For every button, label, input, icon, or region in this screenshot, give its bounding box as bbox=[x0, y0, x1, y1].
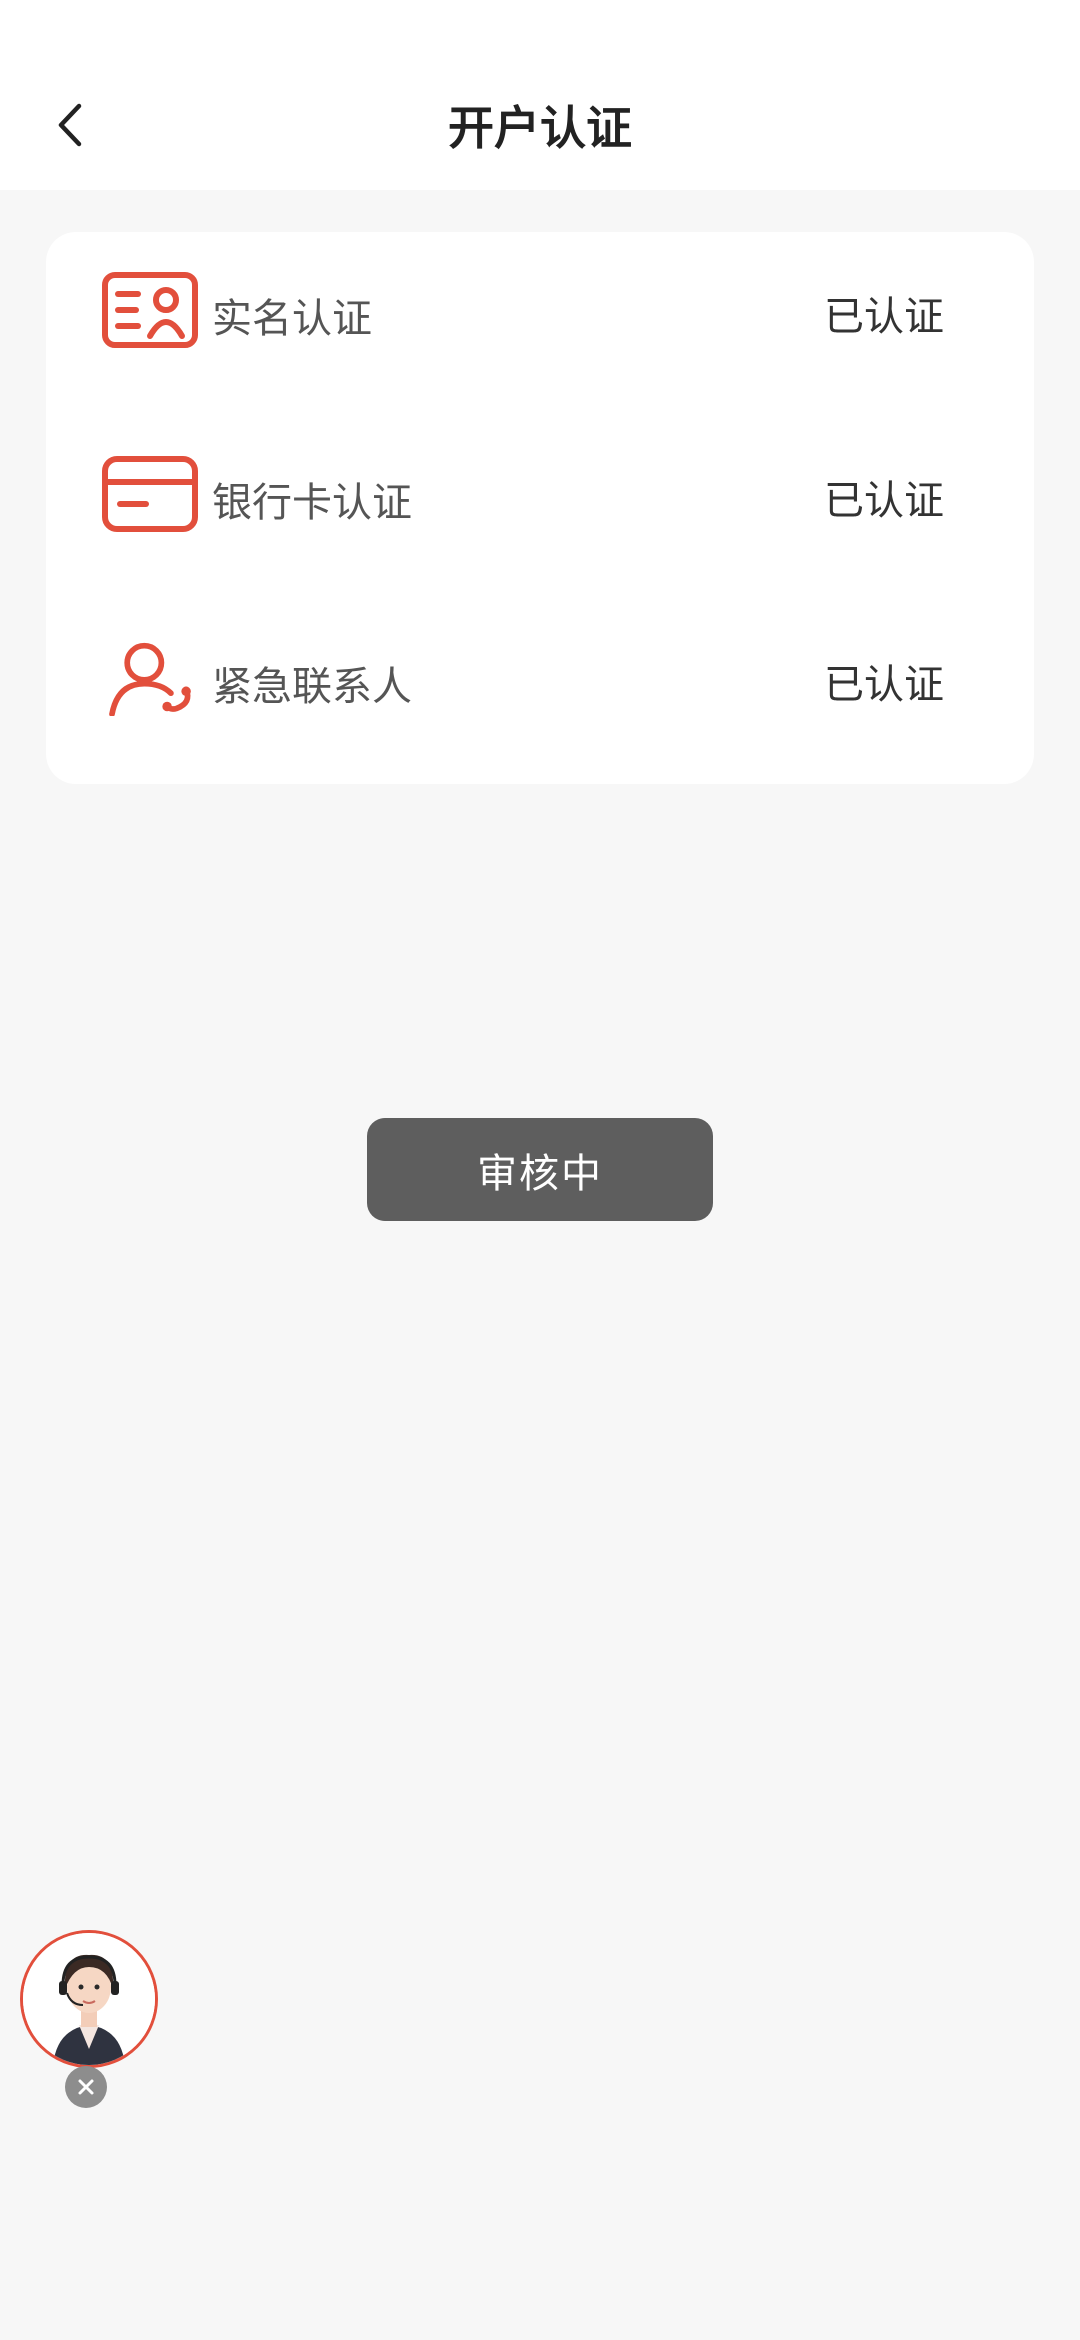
list-item-real-name[interactable]: 实名认证 已认证 bbox=[46, 250, 1034, 370]
close-agent-button[interactable] bbox=[65, 2066, 107, 2108]
agent-avatar-icon bbox=[23, 1933, 155, 2065]
close-icon bbox=[78, 2079, 94, 2095]
status-text: 已认证 bbox=[824, 662, 944, 708]
top-bar: 开户认证 bbox=[0, 0, 1080, 190]
bank-card-icon bbox=[102, 456, 198, 532]
status-text: 已认证 bbox=[824, 478, 944, 524]
item-label: 紧急联系人 bbox=[212, 664, 412, 710]
item-label: 实名认证 bbox=[212, 296, 372, 342]
verification-list: 实名认证 已认证 银行卡认证 已认证 紧急联系人 已认证 bbox=[46, 232, 1034, 784]
customer-service-avatar[interactable] bbox=[20, 1930, 158, 2068]
page-title: 开户认证 bbox=[448, 101, 632, 155]
review-status-button[interactable]: 审核中 bbox=[367, 1118, 713, 1221]
list-item-bank-card[interactable]: 银行卡认证 已认证 bbox=[46, 434, 1034, 554]
id-card-icon bbox=[102, 272, 198, 348]
contact-phone-icon bbox=[109, 642, 191, 716]
item-label: 银行卡认证 bbox=[212, 480, 412, 526]
status-text: 已认证 bbox=[824, 294, 944, 340]
list-item-emergency-contact[interactable]: 紧急联系人 已认证 bbox=[46, 618, 1034, 738]
